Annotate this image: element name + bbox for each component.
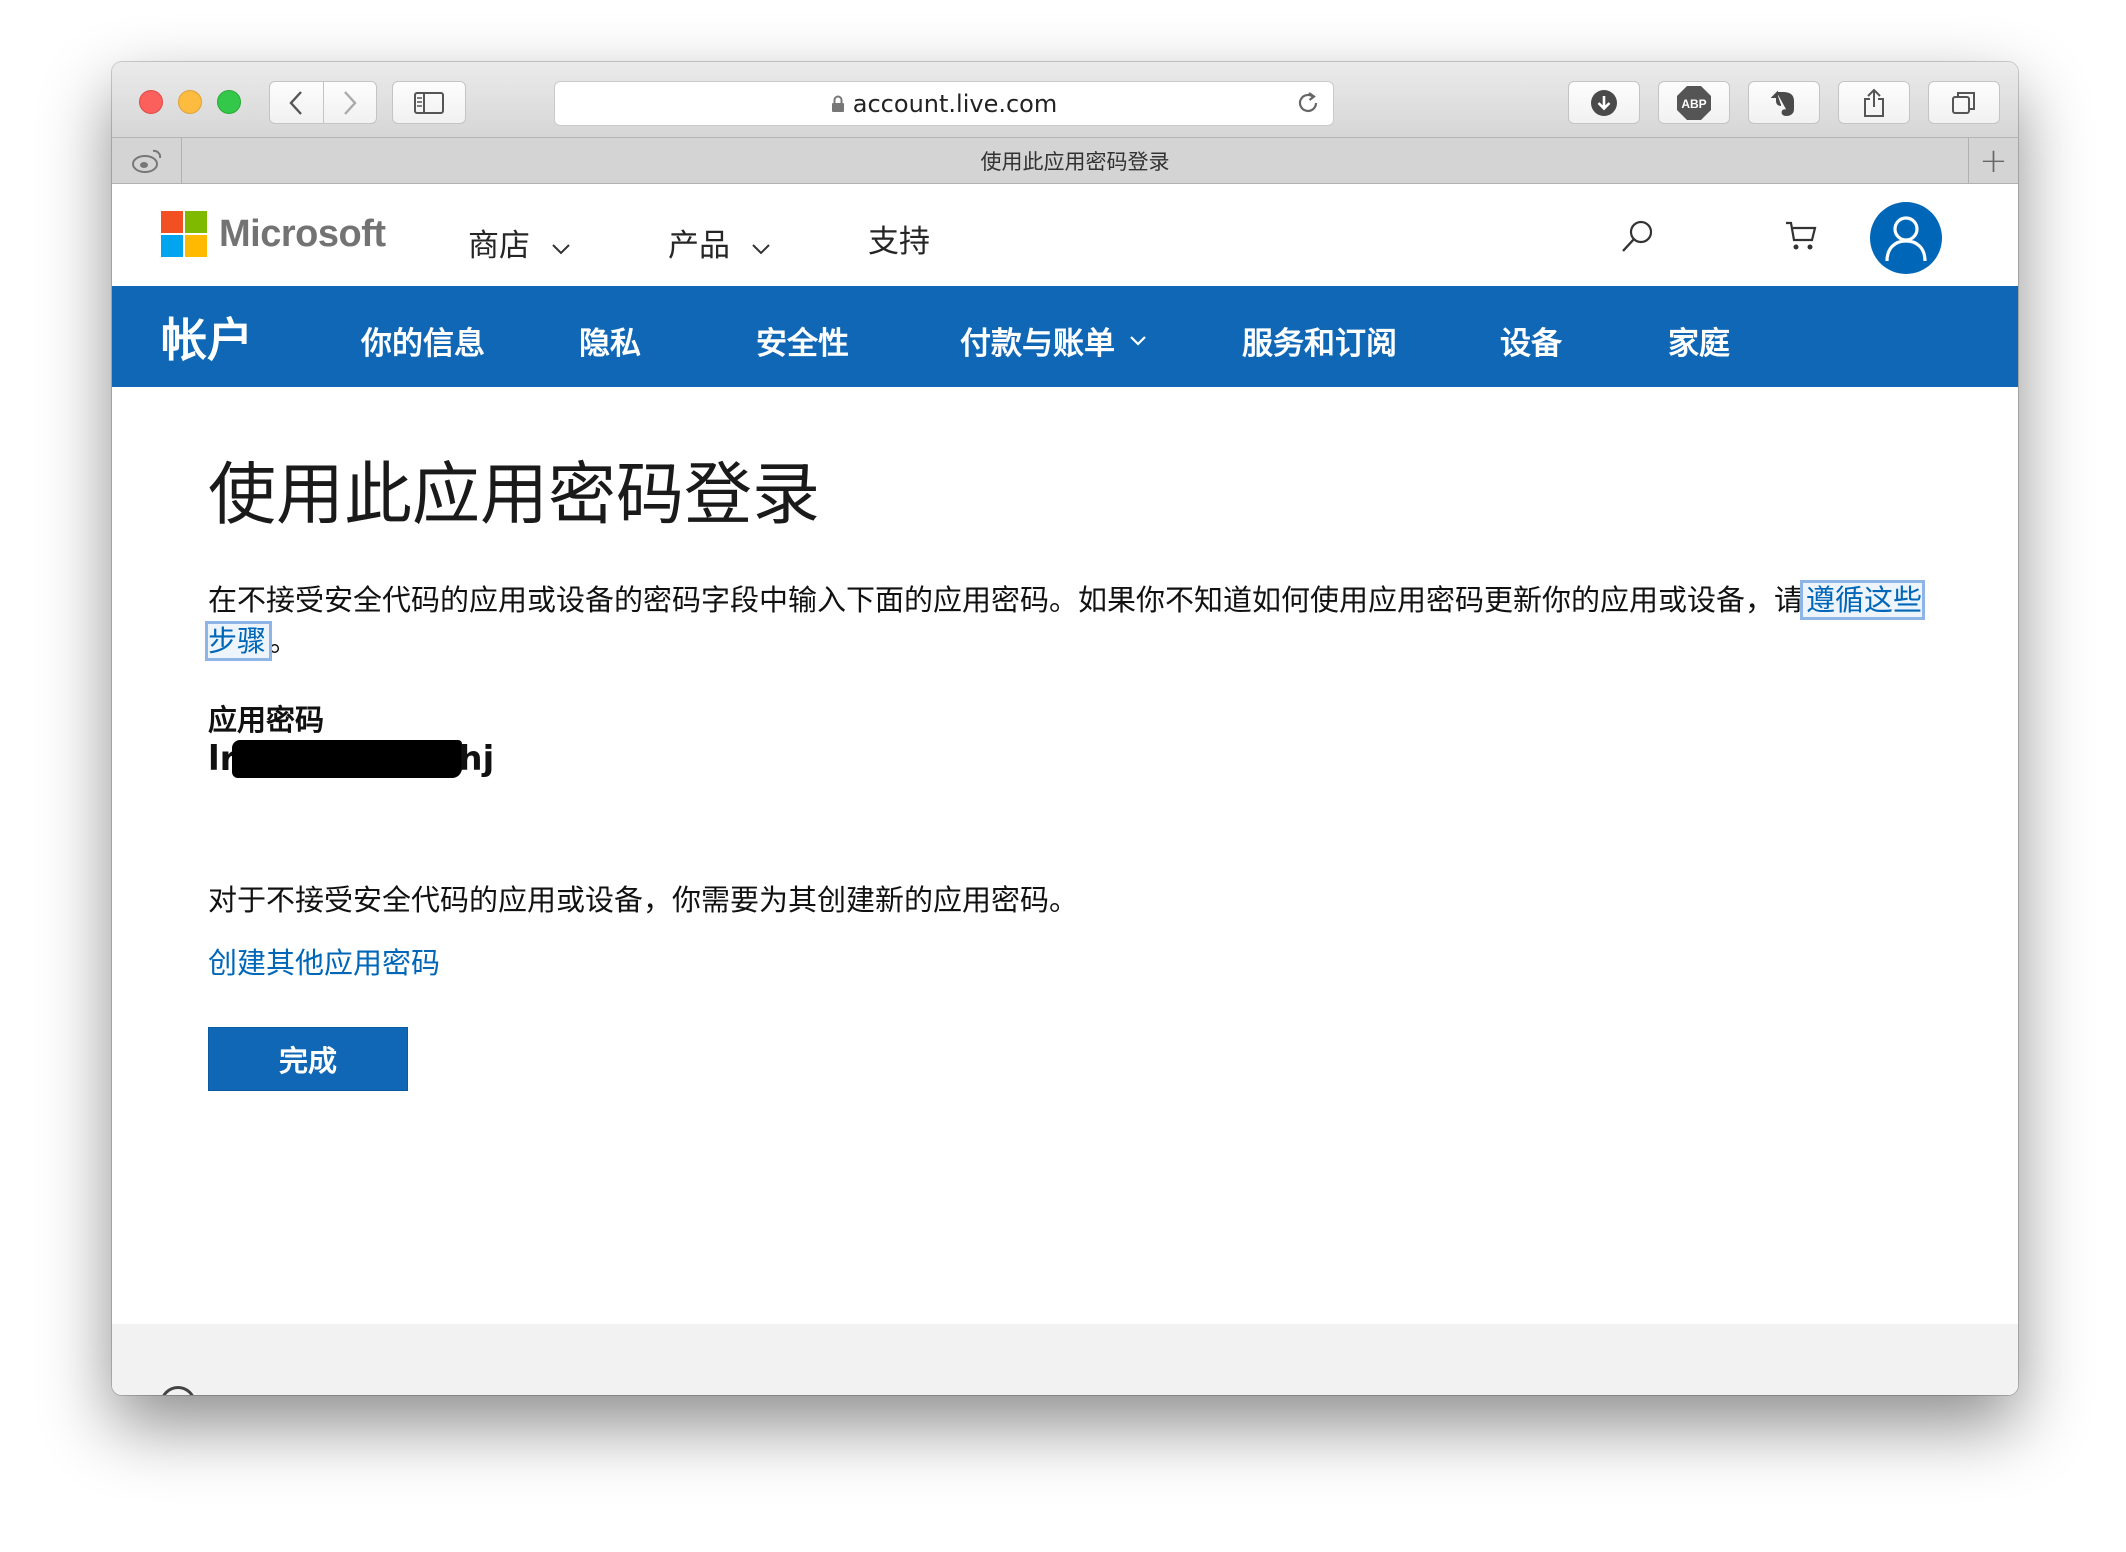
adblock-icon: ABP	[1677, 85, 1711, 120]
logo-square-green	[185, 211, 207, 233]
tab-title: 使用此应用密码登录	[980, 150, 1170, 174]
new-tab-button[interactable]: +	[1968, 138, 2018, 184]
evernote-button[interactable]	[1748, 81, 1820, 124]
user-icon	[1885, 216, 1927, 262]
nav-your-info-label: 你的信息	[361, 326, 485, 362]
microsoft-logo-icon	[161, 211, 207, 257]
sidebar-icon	[414, 91, 444, 114]
lock-icon	[831, 95, 844, 112]
web-page: Microsoft 商店 产品 支持 帐户 你的信息 隐私 安全性 付款与账单 …	[112, 184, 2018, 1395]
globe-icon	[160, 1386, 196, 1395]
chevron-down-icon	[1130, 335, 1146, 346]
pinned-tab-weibo[interactable]	[112, 138, 182, 184]
nav-support[interactable]: 支持	[868, 216, 930, 261]
close-window-button[interactable]	[139, 90, 163, 114]
tab-active[interactable]: 使用此应用密码登录	[182, 138, 1968, 184]
microsoft-header: Microsoft 商店 产品 支持	[112, 184, 2018, 286]
nav-payment-billing-label: 付款与账单	[960, 326, 1115, 362]
microsoft-logo[interactable]: Microsoft	[161, 211, 386, 257]
plus-icon: +	[1979, 141, 2008, 181]
intro-text: 在不接受安全代码的应用或设备的密码字段中输入下面的应用密码。如果你不知道如何使用…	[208, 583, 1804, 617]
redaction-bar	[232, 740, 463, 778]
sidebar-toggle-button[interactable]	[392, 81, 466, 124]
nav-payment-billing[interactable]: 付款与账单	[960, 318, 1147, 363]
note-text: 对于不接受安全代码的应用或设备，你需要为其创建新的应用密码。	[208, 883, 1079, 917]
page-footer	[112, 1324, 2018, 1395]
evernote-icon	[1771, 90, 1794, 116]
page-title: 使用此应用密码登录	[208, 456, 821, 535]
address-bar[interactable]: account.live.com	[554, 81, 1334, 126]
nav-store[interactable]: 商店	[468, 220, 570, 265]
svg-text:ABP: ABP	[1681, 97, 1706, 111]
account-brand[interactable]: 帐户	[161, 304, 253, 370]
search-button[interactable]	[1620, 218, 1656, 254]
create-another-password-link[interactable]: 创建其他应用密码	[208, 940, 440, 982]
logo-square-red	[161, 211, 183, 233]
chevron-down-icon	[552, 243, 570, 254]
share-button[interactable]	[1838, 81, 1910, 124]
forward-button[interactable]	[322, 82, 376, 123]
nav-services-label: 服务和订阅	[1242, 326, 1397, 362]
nav-support-label: 支持	[868, 224, 930, 260]
nav-products[interactable]: 产品	[668, 220, 770, 265]
adblock-button[interactable]: ABP	[1658, 81, 1730, 124]
logo-square-blue	[161, 235, 183, 257]
nav-privacy-label: 隐私	[579, 326, 641, 362]
reload-icon[interactable]	[1295, 90, 1321, 116]
logo-text: Microsoft	[219, 212, 386, 255]
app-password-label: 应用密码	[208, 703, 325, 737]
history-nav-group	[269, 81, 377, 124]
chevron-right-icon	[344, 90, 357, 115]
nav-devices-label: 设备	[1500, 326, 1562, 362]
password-suffix: hj	[458, 739, 495, 779]
browser-toolbar: account.live.com ABP	[112, 62, 2018, 138]
nav-your-info[interactable]: 你的信息	[361, 318, 485, 363]
nav-devices[interactable]: 设备	[1500, 318, 1562, 363]
chevron-down-icon	[752, 243, 770, 254]
nav-privacy[interactable]: 隐私	[579, 318, 641, 363]
chevron-left-icon	[289, 90, 303, 115]
share-icon	[1864, 88, 1884, 117]
back-button[interactable]	[270, 82, 323, 123]
maximize-window-button[interactable]	[217, 90, 241, 114]
app-password-value: lr hj	[208, 739, 494, 779]
nav-security[interactable]: 安全性	[756, 318, 849, 363]
logo-square-yellow	[185, 235, 207, 257]
cart-icon	[1786, 221, 1817, 250]
tab-overview-button[interactable]	[1928, 81, 2000, 124]
nav-store-label: 商店	[468, 228, 530, 264]
minimize-window-button[interactable]	[178, 90, 202, 114]
account-nav-bar: 帐户 你的信息 隐私 安全性 付款与账单 服务和订阅 设备 家庭	[112, 286, 2018, 387]
nav-security-label: 安全性	[756, 326, 849, 362]
search-icon	[1622, 220, 1653, 252]
tabs-icon	[1952, 91, 1975, 114]
intro-end: 。	[269, 624, 299, 658]
intro-paragraph: 在不接受安全代码的应用或设备的密码字段中输入下面的应用密码。如果你不知道如何使用…	[204, 580, 1948, 662]
nav-family[interactable]: 家庭	[1668, 318, 1730, 363]
tab-bar: 使用此应用密码登录 +	[112, 138, 2018, 184]
weibo-icon	[131, 149, 161, 173]
done-button[interactable]: 完成	[208, 1027, 408, 1091]
account-avatar[interactable]	[1870, 202, 1942, 274]
downloads-button[interactable]	[1568, 81, 1640, 124]
nav-family-label: 家庭	[1668, 326, 1730, 362]
download-icon	[1591, 89, 1617, 116]
nav-services-subscriptions[interactable]: 服务和订阅	[1242, 318, 1397, 363]
url-text: account.live.com	[852, 89, 1058, 118]
browser-window: account.live.com ABP 使用此应用密码登录 + Microso…	[112, 62, 2018, 1395]
cart-button[interactable]	[1784, 220, 1818, 252]
nav-products-label: 产品	[668, 228, 730, 264]
